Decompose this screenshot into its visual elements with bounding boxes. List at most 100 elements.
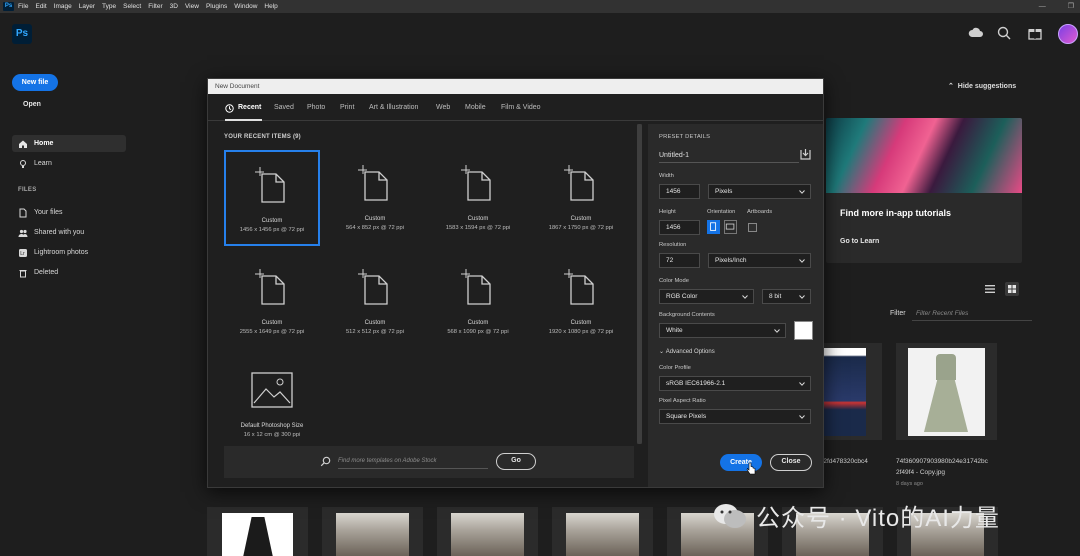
menu-layer[interactable]: Layer bbox=[79, 3, 95, 10]
minimize-icon[interactable]: — bbox=[1039, 0, 1046, 13]
recent-file-thumbnail[interactable] bbox=[437, 507, 538, 556]
menu-file[interactable]: File bbox=[18, 3, 28, 10]
pixel-aspect-select[interactable]: Square Pixels bbox=[659, 409, 811, 424]
recent-file-thumbnail[interactable] bbox=[552, 507, 653, 556]
portrait-icon bbox=[710, 222, 717, 231]
sidebar-item-shared[interactable]: Shared with you bbox=[12, 224, 126, 241]
recent-scrollbar[interactable] bbox=[637, 124, 642, 444]
background-color-swatch[interactable] bbox=[794, 321, 813, 340]
height-field[interactable]: 1456 bbox=[659, 220, 700, 235]
wechat-icon bbox=[714, 503, 746, 528]
color-mode-select[interactable]: RGB Color bbox=[659, 289, 754, 304]
tab-art-illustration[interactable]: Art & Illustration bbox=[369, 104, 418, 111]
menu-type[interactable]: Type bbox=[102, 3, 116, 10]
restore-icon[interactable]: ❐ bbox=[1068, 0, 1074, 13]
sidebar-item-your-files[interactable]: Your files bbox=[12, 204, 126, 221]
portrait-orientation-button[interactable] bbox=[707, 220, 720, 234]
preset-item[interactable]: Custom 512 x 512 px @ 72 ppi bbox=[327, 254, 423, 350]
resolution-unit-select[interactable]: Pixels/Inch bbox=[708, 253, 811, 268]
grid-view-icon[interactable] bbox=[1005, 282, 1019, 296]
sidebar-item-home[interactable]: Home bbox=[12, 135, 126, 152]
preset-item[interactable]: Custom 568 x 1090 px @ 72 ppi bbox=[430, 254, 526, 350]
preset-dimensions: 1456 x 1456 px @ 72 ppi bbox=[239, 227, 305, 233]
background-contents-value: White bbox=[666, 327, 683, 334]
menu-view[interactable]: View bbox=[185, 3, 199, 10]
gift-icon[interactable] bbox=[1027, 25, 1043, 41]
sidebar-item-learn[interactable]: Learn bbox=[12, 155, 126, 172]
menu-edit[interactable]: Edit bbox=[35, 3, 46, 10]
document-preset-icon bbox=[461, 165, 491, 201]
go-to-learn-link[interactable]: Go to Learn bbox=[840, 238, 879, 245]
chevron-down-icon bbox=[742, 295, 748, 299]
bit-depth-select[interactable]: 8 bit bbox=[762, 289, 811, 304]
tab-recent[interactable]: Recent bbox=[238, 104, 261, 111]
trash-icon bbox=[19, 269, 27, 277]
hide-suggestions-button[interactable]: ⌃ Hide suggestions bbox=[948, 82, 1016, 90]
menu-help[interactable]: Help bbox=[264, 3, 277, 10]
resolution-label: Resolution bbox=[659, 242, 687, 248]
tab-print[interactable]: Print bbox=[340, 104, 354, 111]
menu-window[interactable]: Window bbox=[234, 3, 257, 10]
menu-select[interactable]: Select bbox=[123, 3, 141, 10]
tab-photo[interactable]: Photo bbox=[307, 104, 325, 111]
new-file-button[interactable]: New file bbox=[12, 74, 58, 91]
preset-name: Custom bbox=[467, 216, 489, 222]
open-button[interactable]: Open bbox=[23, 101, 41, 108]
artboards-checkbox[interactable] bbox=[748, 223, 757, 232]
stock-search-input[interactable]: Find more templates on Adobe Stock bbox=[338, 454, 488, 469]
document-preset-icon bbox=[358, 165, 388, 201]
tab-saved[interactable]: Saved bbox=[274, 104, 294, 111]
preset-name: Custom bbox=[261, 218, 283, 224]
width-unit-select[interactable]: Pixels bbox=[708, 184, 811, 199]
tutorial-title: Find more in-app tutorials bbox=[840, 208, 952, 218]
preset-item[interactable]: Custom 2555 x 1649 px @ 72 ppi bbox=[224, 254, 320, 350]
tutorial-card[interactable]: Find more in-app tutorials Go to Learn bbox=[826, 118, 1022, 263]
preset-item[interactable]: Custom 1456 x 1456 px @ 72 ppi bbox=[224, 150, 320, 246]
filter-label: Filter bbox=[890, 310, 906, 317]
menu-image[interactable]: Image bbox=[54, 3, 72, 10]
menu-3d[interactable]: 3D bbox=[170, 3, 178, 10]
lightroom-icon: Lr bbox=[19, 248, 27, 257]
landscape-orientation-button[interactable] bbox=[724, 220, 737, 234]
resolution-field[interactable]: 72 bbox=[659, 253, 700, 268]
avatar[interactable] bbox=[1058, 24, 1078, 44]
chevron-down-icon bbox=[799, 382, 805, 386]
preset-item[interactable]: Custom 1867 x 1750 px @ 72 ppi bbox=[533, 150, 629, 246]
scrollbar-thumb[interactable] bbox=[637, 124, 642, 444]
save-preset-icon[interactable] bbox=[799, 148, 812, 161]
home-icon bbox=[19, 140, 27, 148]
search-icon[interactable] bbox=[996, 25, 1012, 41]
preset-item[interactable]: Custom 1583 x 1594 px @ 72 ppi bbox=[430, 150, 526, 246]
tab-film-video[interactable]: Film & Video bbox=[501, 104, 541, 111]
background-contents-select[interactable]: White bbox=[659, 323, 786, 338]
go-button[interactable]: Go bbox=[496, 453, 536, 470]
photo-image bbox=[566, 513, 639, 556]
close-button[interactable]: Close bbox=[770, 454, 812, 471]
advanced-options-toggle[interactable]: ⌄ Advanced Options bbox=[659, 348, 715, 355]
width-field[interactable]: 1456 bbox=[659, 184, 700, 199]
tab-web[interactable]: Web bbox=[436, 104, 450, 111]
filter-recent-files-input[interactable]: Filter Recent Files bbox=[912, 307, 1032, 321]
sidebar-item-label: Your files bbox=[34, 209, 63, 216]
preset-item[interactable]: Custom 1920 x 1080 px @ 72 ppi bbox=[533, 254, 629, 350]
list-view-icon[interactable] bbox=[983, 282, 997, 296]
menu-filter[interactable]: Filter bbox=[148, 3, 162, 10]
color-profile-select[interactable]: sRGB IEC61966-2.1 bbox=[659, 376, 811, 391]
sidebar-item-deleted[interactable]: Deleted bbox=[12, 264, 126, 281]
clock-icon bbox=[225, 104, 234, 113]
files-section-heading: FILES bbox=[18, 187, 37, 193]
recent-file-thumbnail[interactable] bbox=[207, 507, 308, 556]
preset-item[interactable]: Default Photoshop Size 16 x 12 cm @ 300 p… bbox=[224, 357, 320, 453]
recent-file-thumbnail[interactable] bbox=[896, 343, 997, 440]
background-label: Background Contents bbox=[659, 312, 715, 318]
lightbulb-icon bbox=[20, 159, 26, 168]
sidebar-item-lightroom[interactable]: Lr Lightroom photos bbox=[12, 244, 126, 261]
preset-item[interactable]: Custom 564 x 852 px @ 72 ppi bbox=[327, 150, 423, 246]
tab-mobile[interactable]: Mobile bbox=[465, 104, 486, 111]
recent-file-thumbnail[interactable] bbox=[322, 507, 423, 556]
cloud-icon[interactable] bbox=[968, 25, 984, 41]
menu-plugins[interactable]: Plugins bbox=[206, 3, 227, 10]
document-name-field[interactable]: Untitled-1 bbox=[659, 149, 799, 163]
preset-details-panel: PRESET DETAILS Untitled-1 Width 1456 Pix… bbox=[648, 124, 823, 487]
image-preset-icon bbox=[251, 372, 293, 408]
